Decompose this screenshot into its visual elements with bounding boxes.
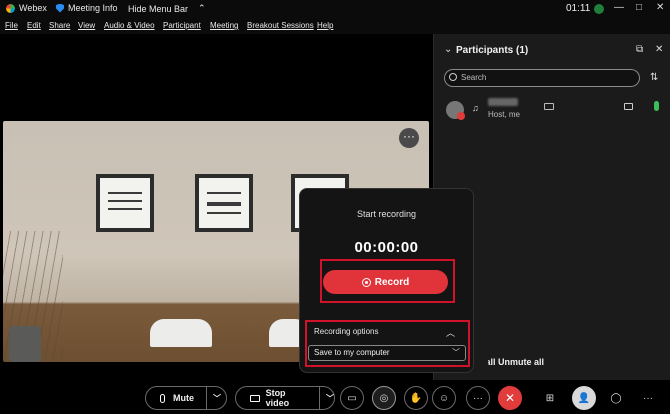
unmute-all-button[interactable]: Unmute all: [498, 357, 544, 367]
microphone-icon[interactable]: [654, 101, 659, 111]
video-chair-left: [150, 319, 212, 347]
menu-bar: File Edit Share View Audio & Video Parti…: [0, 18, 670, 34]
minimize-button[interactable]: —: [614, 2, 624, 13]
close-panel-icon[interactable]: ✕: [655, 44, 663, 55]
video-frame-left: [96, 174, 154, 232]
recording-title: Start recording: [356, 209, 417, 219]
title-bar: Webex Meeting Info Hide Menu Bar ⌃ 01:11…: [0, 0, 670, 18]
leave-meeting-button[interactable]: ✕: [498, 386, 522, 410]
menu-breakout-sessions[interactable]: Breakout Sessions: [247, 21, 314, 30]
menu-file[interactable]: File: [5, 21, 18, 30]
stop-video-button[interactable]: Stop video ﹀: [235, 386, 335, 410]
mute-button[interactable]: Mute ﹀: [145, 386, 227, 410]
maximize-button[interactable]: □: [636, 2, 642, 13]
apps-grid-icon: ⊞: [545, 392, 555, 404]
participant-name-redacted: [488, 98, 518, 106]
chevron-up-icon: ⌃: [198, 3, 206, 13]
menu-help[interactable]: Help: [317, 21, 333, 30]
search-icon: [449, 73, 457, 81]
more-options-button[interactable]: ···: [466, 386, 490, 410]
meeting-controls: Mute ﹀ Stop video ﹀ ▭ ◎ ✋ ☺ ··· ✕ ⊞ 👤 ◯ …: [0, 380, 670, 414]
participants-title: Participants (1): [456, 45, 529, 56]
camera-icon: [624, 103, 633, 110]
collapse-chevron-icon[interactable]: ⌄: [444, 44, 452, 55]
recording-popover: Start recording 00:00:00 Record Recordin…: [299, 188, 474, 373]
record-label: Record: [374, 276, 410, 288]
app-title: Webex: [6, 3, 47, 13]
share-screen-icon: ▭: [347, 392, 357, 404]
record-icon: [361, 277, 371, 287]
person-icon: 👤: [577, 392, 591, 404]
shield-icon: [56, 3, 64, 13]
video-camera-icon: [250, 394, 260, 402]
record-button[interactable]: Record: [323, 270, 448, 294]
meeting-clock: 01:11: [566, 3, 591, 14]
recording-location-value: Save to my computer: [314, 348, 390, 357]
menu-share[interactable]: Share: [49, 21, 70, 30]
app-name: Webex: [19, 3, 47, 13]
headset-icon: ♫: [472, 103, 479, 113]
emoji-icon: ☺: [438, 392, 450, 404]
recording-location-select[interactable]: Save to my computer ﹀: [308, 345, 466, 361]
close-window-button[interactable]: ✕: [656, 2, 664, 13]
meeting-info-label: Meeting Info: [68, 3, 118, 13]
chevron-up-icon[interactable]: ︿: [446, 326, 455, 339]
video-more-button[interactable]: ···: [399, 128, 419, 148]
recording-button[interactable]: ◎: [372, 386, 396, 410]
more-panels-button[interactable]: ···: [636, 386, 660, 410]
menu-edit[interactable]: Edit: [27, 21, 41, 30]
close-icon: ✕: [504, 391, 516, 405]
webex-logo-icon: [6, 3, 15, 13]
video-frame-center: [195, 174, 253, 232]
raise-hand-button[interactable]: ✋: [404, 386, 428, 410]
sort-icon[interactable]: ⇅: [650, 72, 658, 83]
apps-button[interactable]: ⊞: [538, 386, 562, 410]
participants-button[interactable]: 👤: [572, 386, 596, 410]
record-icon: ◎: [379, 392, 389, 404]
pop-out-icon[interactable]: ⧉: [636, 44, 643, 55]
chevron-down-icon[interactable]: ﹀: [213, 393, 221, 404]
chat-button[interactable]: ◯: [604, 386, 628, 410]
participant-search-input[interactable]: Search: [444, 69, 640, 87]
meeting-info-button[interactable]: Meeting Info: [56, 3, 118, 13]
chat-icon[interactable]: [544, 103, 554, 110]
chat-bubble-icon: ◯: [610, 392, 622, 404]
hide-menu-bar-label: Hide Menu Bar: [128, 3, 189, 14]
participant-role: Host, me: [488, 110, 521, 119]
hand-icon: ✋: [409, 392, 423, 404]
microphone-icon: [160, 393, 165, 403]
menu-view[interactable]: View: [78, 21, 95, 30]
reactions-button[interactable]: ☺: [432, 386, 456, 410]
mute-label: Mute: [173, 393, 194, 403]
recording-options-label: Recording options: [314, 327, 379, 336]
video-vase: [9, 326, 41, 362]
chevron-down-icon[interactable]: ﹀: [326, 393, 334, 404]
menu-participant[interactable]: Participant: [163, 21, 201, 30]
recording-timer: 00:00:00: [354, 239, 419, 256]
chevron-down-icon: ﹀: [452, 348, 460, 357]
share-button[interactable]: ▭: [340, 386, 364, 410]
security-badge-icon: [594, 4, 604, 14]
menu-meeting[interactable]: Meeting: [210, 21, 238, 30]
menu-audio-video[interactable]: Audio & Video: [104, 21, 155, 30]
stop-video-label: Stop video: [265, 388, 290, 408]
hide-menu-bar-button[interactable]: Hide Menu Bar ⌃: [128, 3, 206, 14]
recording-badge-icon: [457, 112, 465, 120]
